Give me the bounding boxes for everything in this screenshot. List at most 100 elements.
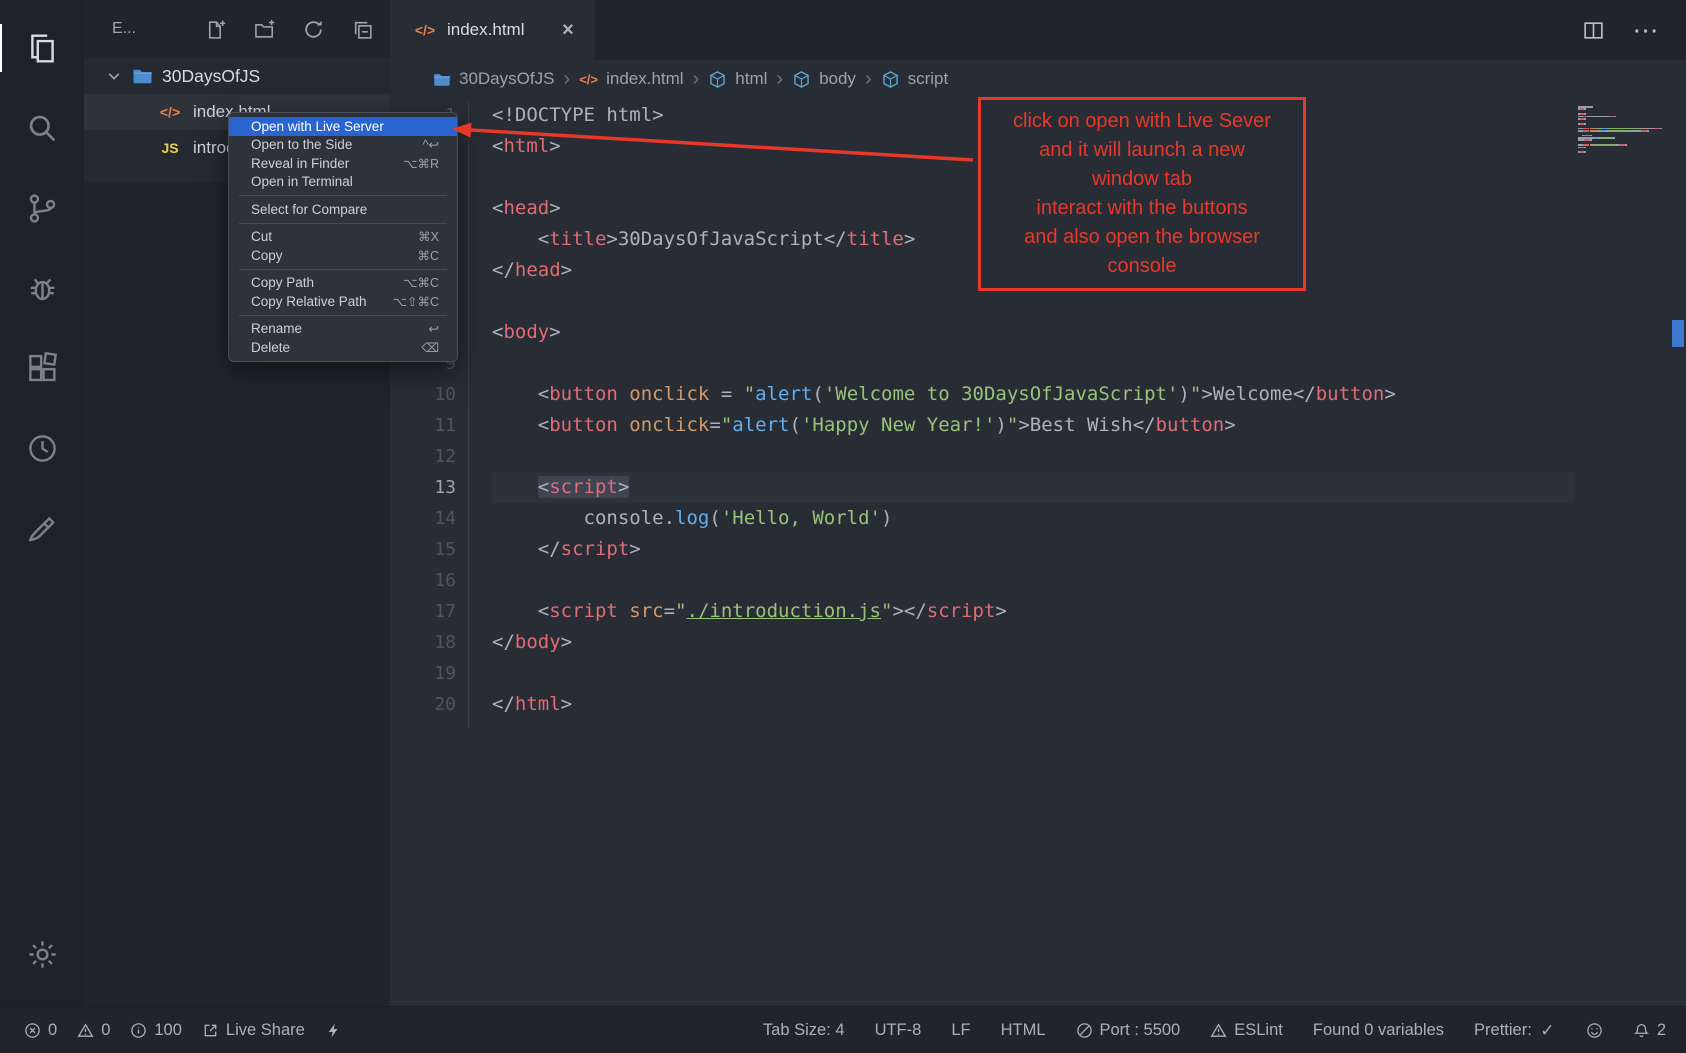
tab-title: index.html [447, 20, 524, 40]
activity-settings-gear[interactable] [0, 914, 84, 994]
feedback-icon [25, 511, 60, 546]
more-actions-icon[interactable]: ⋯ [1635, 19, 1658, 42]
code-line-12[interactable]: 12 [390, 441, 1686, 472]
code-line-20[interactable]: 20</html> [390, 689, 1686, 720]
explorer-title: E... [112, 20, 136, 38]
code-line-8[interactable]: 8<body> [390, 317, 1686, 348]
refresh-icon[interactable] [302, 18, 325, 41]
symbol-cube-icon [881, 70, 900, 89]
new-file-icon[interactable] [204, 18, 227, 41]
menu-item-open-in-terminal[interactable]: Open in Terminal [229, 173, 457, 192]
folder-name: 30DaysOfJS [162, 66, 260, 87]
html-file-icon: </> [414, 22, 436, 39]
folder-root[interactable]: 30DaysOfJS [84, 58, 390, 94]
status-utf-8[interactable]: UTF-8 [875, 1021, 922, 1040]
line-content: <script src="./introduction.js"></script… [492, 596, 1574, 627]
status-right: Tab Size: 4 UTF-8 LF HTML Port : 5500 ESLint F… [763, 1021, 1666, 1040]
status-2[interactable]: 2 [1633, 1021, 1666, 1040]
status-label: Tab Size: 4 [763, 1021, 845, 1040]
menu-item-label: Copy Relative Path [251, 294, 377, 309]
status-flash-icon[interactable] [325, 1022, 342, 1039]
activity-explorer[interactable] [0, 8, 84, 88]
breadcrumb-script[interactable]: script [881, 69, 949, 89]
line-content: </body> [492, 627, 1574, 658]
annotation-line: interact with the buttons [985, 194, 1299, 223]
code-line-18[interactable]: 18</body> [390, 627, 1686, 658]
menu-item-copy-relative-path[interactable]: Copy Relative Path⌥⇧⌘C [229, 292, 457, 311]
warning-icon [1210, 1022, 1227, 1039]
status-lf[interactable]: LF [951, 1021, 970, 1040]
status-label: HTML [1001, 1021, 1046, 1040]
menu-item-open-to-the-side[interactable]: Open to the Side ^↩ [229, 136, 457, 155]
status-html[interactable]: HTML [1001, 1021, 1046, 1040]
code-line-9[interactable]: 9 [390, 348, 1686, 379]
breadcrumb-separator: › [865, 68, 872, 91]
code-line-19[interactable]: 19 [390, 658, 1686, 689]
menu-item-shortcut: ⌥⌘R [403, 156, 439, 171]
status-smiley-icon[interactable] [1586, 1022, 1603, 1039]
menu-item-label: Open to the Side [251, 137, 407, 152]
menu-item-delete[interactable]: Delete⌫ [229, 338, 457, 357]
status-0[interactable]: 0 [24, 1021, 57, 1040]
status-label: Prettier: [1474, 1021, 1532, 1040]
status-prettier[interactable]: Prettier:✓ [1474, 1021, 1556, 1040]
status-found-0-variables[interactable]: Found 0 variables [1313, 1021, 1444, 1040]
status-live-share[interactable]: Live Share [202, 1021, 305, 1040]
code-line-15[interactable]: 15 </script> [390, 534, 1686, 565]
status-100[interactable]: 100 [130, 1021, 182, 1040]
activity-debug[interactable] [0, 248, 84, 328]
menu-item-select-for-compare[interactable]: Select for Compare [229, 200, 457, 219]
indent-guide [468, 102, 469, 728]
status-label: ESLint [1234, 1021, 1283, 1040]
line-content: <script> [492, 472, 1574, 503]
activity-history[interactable] [0, 408, 84, 488]
menu-item-reveal-in-finder[interactable]: Reveal in Finder⌥⌘R [229, 154, 457, 173]
menu-item-label: Select for Compare [251, 202, 423, 217]
menu-item-shortcut: ⌘X [418, 229, 439, 244]
line-number: 14 [390, 503, 456, 534]
menu-item-cut[interactable]: Cut⌘X [229, 228, 457, 247]
code-line-16[interactable]: 16 [390, 565, 1686, 596]
explorer-toolbar [204, 18, 374, 41]
breadcrumb-separator: › [776, 68, 783, 91]
code-line-11[interactable]: 11 <button onclick="alert('Happy New Yea… [390, 410, 1686, 441]
minimap[interactable] [1578, 106, 1666, 154]
menu-item-shortcut: ^↩ [423, 137, 439, 152]
status-0[interactable]: 0 [77, 1021, 110, 1040]
line-content [492, 348, 1574, 379]
code-line-13[interactable]: 13 <script> [390, 472, 1686, 503]
breadcrumb-html[interactable]: html [708, 69, 767, 89]
menu-item-copy-path[interactable]: Copy Path⌥⌘C [229, 274, 457, 293]
breadcrumb-30daysofjs[interactable]: 30DaysOfJS [432, 69, 554, 89]
status-tab-size-4[interactable]: Tab Size: 4 [763, 1021, 845, 1040]
activity-bar [0, 0, 84, 1006]
code-line-14[interactable]: 14 console.log('Hello, World') [390, 503, 1686, 534]
menu-item-copy[interactable]: Copy⌘C [229, 246, 457, 265]
menu-item-open-with-live-server[interactable]: Open with Live Server [229, 117, 457, 136]
status-label: LF [951, 1021, 970, 1040]
code-line-10[interactable]: 10 <button onclick = "alert('Welcome to … [390, 379, 1686, 410]
collapse-all-icon[interactable] [351, 18, 374, 41]
status-eslint[interactable]: ESLint [1210, 1021, 1283, 1040]
breadcrumb-separator: › [693, 68, 700, 91]
activity-search[interactable] [0, 88, 84, 168]
code-line-17[interactable]: 17 <script src="./introduction.js"></scr… [390, 596, 1686, 627]
activity-feedback[interactable] [0, 488, 84, 568]
breadcrumb-body[interactable]: body [792, 69, 856, 89]
warning-icon [77, 1022, 94, 1039]
symbol-cube-icon [708, 70, 727, 89]
status-label: Live Share [226, 1021, 305, 1040]
vscode-window: E... 30DaysOfJS </>index.htmlJSintroduct… [0, 0, 1686, 1053]
tab-index-html[interactable]: </> index.html × [390, 0, 595, 60]
line-content: <body> [492, 317, 1574, 348]
menu-item-shortcut: ⌥⌘C [403, 275, 439, 290]
breadcrumb-label: html [735, 69, 767, 89]
status-port-5500[interactable]: Port : 5500 [1076, 1021, 1181, 1040]
menu-item-rename[interactable]: Rename↩ [229, 320, 457, 339]
activity-source-control[interactable] [0, 168, 84, 248]
breadcrumb-index-html[interactable]: </>index.html [579, 69, 683, 89]
activity-extensions[interactable] [0, 328, 84, 408]
close-icon[interactable]: × [557, 22, 579, 39]
split-editor-icon[interactable] [1582, 19, 1605, 42]
new-folder-icon[interactable] [253, 18, 276, 41]
